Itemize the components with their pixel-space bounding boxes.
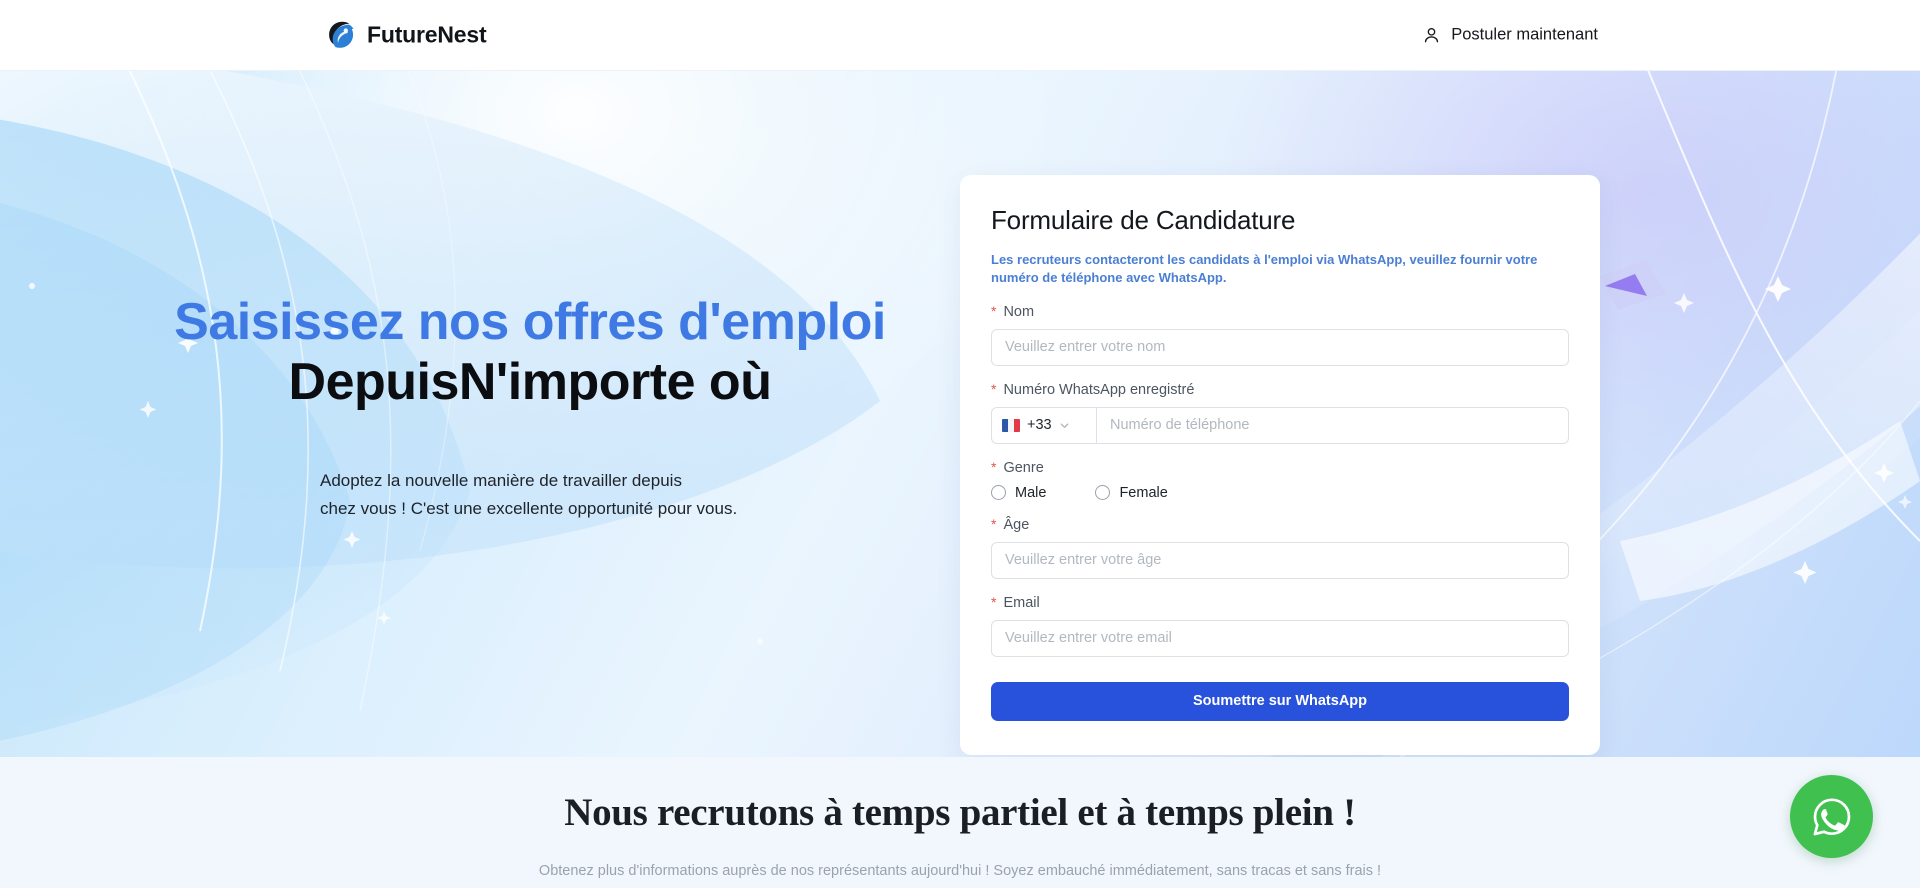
- gender-radio-group: Male Female: [991, 485, 1569, 501]
- field-email-label: * Email: [991, 595, 1569, 611]
- chevron-down-icon: [1059, 420, 1070, 431]
- email-input[interactable]: [991, 619, 1569, 657]
- field-age-label-text: Âge: [1003, 516, 1030, 533]
- form-title: Formulaire de Candidature: [991, 205, 1296, 235]
- field-whatsapp: * Numéro WhatsApp enregistré +33: [991, 382, 1569, 444]
- required-marker: *: [991, 515, 997, 532]
- field-email-label-text: Email: [1003, 594, 1040, 611]
- field-name-label: * Nom: [991, 304, 1569, 320]
- form-notice: Les recruteurs contacteront les candidat…: [991, 252, 1538, 286]
- field-gender-label: * Genre: [991, 460, 1569, 476]
- field-name: * Nom: [991, 304, 1569, 366]
- whatsapp-float-button[interactable]: [1790, 775, 1873, 858]
- required-marker: *: [991, 593, 997, 610]
- hero-section: Saisissez nos offres d'emploi DepuisN'im…: [0, 71, 1920, 757]
- brand-name: FutureNest: [367, 21, 487, 48]
- recruiting-banner-subtitle: Obtenez plus d'informations auprès de no…: [538, 863, 1382, 879]
- hero-subtext-line-2: chez vous ! C'est une excellente opportu…: [320, 499, 738, 518]
- country-code-select[interactable]: +33: [991, 406, 1096, 444]
- leaf-swirl-logo-icon: [325, 19, 358, 52]
- hero-headline-primary: Saisissez nos offres d'emploi: [174, 293, 886, 351]
- field-age: * Âge: [991, 517, 1569, 579]
- apply-now-label: Postuler maintenant: [1451, 25, 1598, 44]
- hero-headline-secondary: DepuisN'importe où: [288, 353, 772, 412]
- hero-copy: Saisissez nos offres d'emploi DepuisN'im…: [150, 293, 910, 523]
- required-marker: *: [991, 302, 997, 319]
- recruiting-banner-section: Nous recrutons à temps partiel et à temp…: [0, 757, 1920, 888]
- field-gender: * Genre Male Female: [991, 460, 1569, 501]
- site-header: FutureNest Postuler maintenant: [0, 0, 1920, 71]
- radio-option-female-label: Female: [1119, 484, 1168, 501]
- field-gender-label-text: Genre: [1003, 459, 1044, 476]
- required-marker: *: [991, 380, 997, 397]
- apply-now-button[interactable]: Postuler maintenant: [1422, 26, 1598, 45]
- field-email: * Email: [991, 595, 1569, 657]
- field-name-label-text: Nom: [1003, 303, 1035, 320]
- radio-option-female[interactable]: Female: [1095, 484, 1168, 501]
- dial-code-value: +33: [1027, 417, 1052, 434]
- application-form-card: Formulaire de Candidature Les recruteurs…: [960, 175, 1600, 755]
- radio-circle-icon: [991, 485, 1006, 501]
- phone-row: +33: [991, 406, 1569, 444]
- field-whatsapp-label: * Numéro WhatsApp enregistré: [991, 382, 1569, 398]
- brand[interactable]: FutureNest: [325, 19, 487, 52]
- radio-option-male[interactable]: Male: [991, 485, 1046, 501]
- recruiting-banner-title: Nous recrutons à temps partiel et à temp…: [564, 791, 1356, 834]
- phone-number-input[interactable]: [1096, 406, 1569, 444]
- user-icon: [1422, 26, 1441, 45]
- submit-whatsapp-button[interactable]: Soumettre sur WhatsApp: [991, 681, 1569, 721]
- radio-circle-icon: [1095, 485, 1111, 501]
- field-age-label: * Âge: [991, 517, 1569, 533]
- name-input[interactable]: [991, 328, 1569, 366]
- hero-subtext: Adoptez la nouvelle manière de travaille…: [150, 467, 910, 522]
- whatsapp-icon: [1807, 792, 1857, 842]
- field-whatsapp-label-text: Numéro WhatsApp enregistré: [1003, 381, 1195, 398]
- required-marker: *: [991, 458, 997, 475]
- landing-page: FutureNest Postuler maintenant Saisissez…: [0, 0, 1920, 888]
- age-input[interactable]: [991, 541, 1569, 579]
- radio-option-male-label: Male: [1015, 484, 1047, 501]
- flag-france-icon: [1002, 418, 1020, 432]
- hero-subtext-line-1: Adoptez la nouvelle manière de travaille…: [320, 471, 682, 491]
